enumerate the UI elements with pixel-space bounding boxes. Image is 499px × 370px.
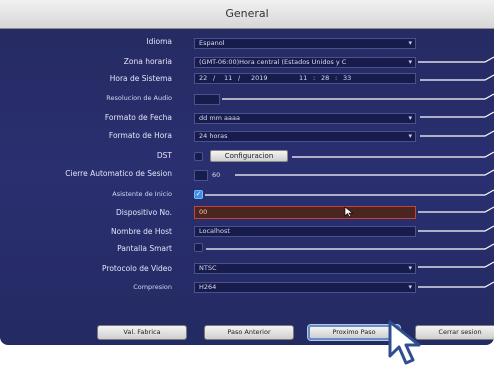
time-format-select[interactable]: 24 horas (194, 131, 416, 142)
timezone-label: Zona horaria (123, 57, 172, 66)
date-year[interactable]: 2019 (251, 74, 268, 83)
date-separator: / (213, 74, 216, 82)
startup-wizard-label: Asistente de Inicio (112, 190, 172, 198)
dst-config-button[interactable]: Configuracion (210, 150, 288, 162)
system-time-field[interactable]: 22 / 11 / 2019 11 : 28 : 33 (194, 73, 416, 84)
language-select[interactable]: Espanol (194, 38, 416, 49)
smart-screen-checkbox[interactable] (194, 243, 203, 252)
dst-checkbox[interactable] (194, 152, 203, 161)
hand-cursor-icon (388, 320, 421, 365)
time-separator: : (335, 74, 338, 82)
video-standard-select[interactable]: NTSC (194, 263, 416, 274)
settings-window: General Idioma Espanol Zona horaria (GMT… (0, 0, 494, 345)
device-number-field[interactable]: 00 (194, 206, 416, 219)
date-format-label: Formato de Fecha (104, 113, 172, 122)
date-separator: / (238, 74, 241, 82)
hostname-label: Nombre de Host (110, 227, 172, 236)
dst-label: DST (156, 151, 172, 160)
date-format-select[interactable]: dd mm aaaa (194, 113, 416, 124)
auto-logout-spinner[interactable] (194, 170, 208, 181)
previous-step-button[interactable]: Paso Anterior (204, 325, 294, 340)
date-month[interactable]: 11 (224, 74, 232, 83)
time-format-label: Formato de Hora (108, 131, 172, 140)
mouse-pointer-icon (344, 206, 354, 218)
timezone-select[interactable]: (GMT-06:00)Hora central (Estados Unidos … (194, 57, 416, 68)
title-bar: General (0, 0, 494, 29)
system-time-label: Hora de Sistema (109, 74, 172, 83)
smart-screen-label: Pantalla Smart (117, 244, 172, 253)
date-day[interactable]: 22 (199, 74, 207, 83)
time-hour[interactable]: 11 (299, 74, 307, 83)
compression-select[interactable]: H264 (194, 282, 416, 293)
audio-resolution-label: Resolucion de Audio (106, 94, 172, 102)
device-number-label: Dispositivo No. (116, 208, 172, 217)
video-standard-label: Protocolo de Video (102, 264, 172, 273)
time-second[interactable]: 33 (343, 74, 351, 83)
window-title: General (225, 7, 269, 20)
language-label: Idioma (146, 37, 172, 46)
time-minute[interactable]: 28 (321, 74, 329, 83)
time-separator: : (313, 74, 316, 82)
compression-label: Compresion (133, 283, 172, 291)
auto-logout-label: Cierre Automatico de Sesion (65, 169, 172, 178)
checkmark-icon: ✓ (195, 190, 202, 198)
startup-wizard-checkbox[interactable]: ✓ (194, 190, 203, 199)
factory-defaults-button[interactable]: Val. Fabrica (97, 325, 187, 340)
hostname-field[interactable]: Localhost (194, 226, 416, 237)
audio-resolution-field[interactable] (194, 94, 220, 105)
auto-logout-value[interactable]: 60 (212, 171, 220, 179)
